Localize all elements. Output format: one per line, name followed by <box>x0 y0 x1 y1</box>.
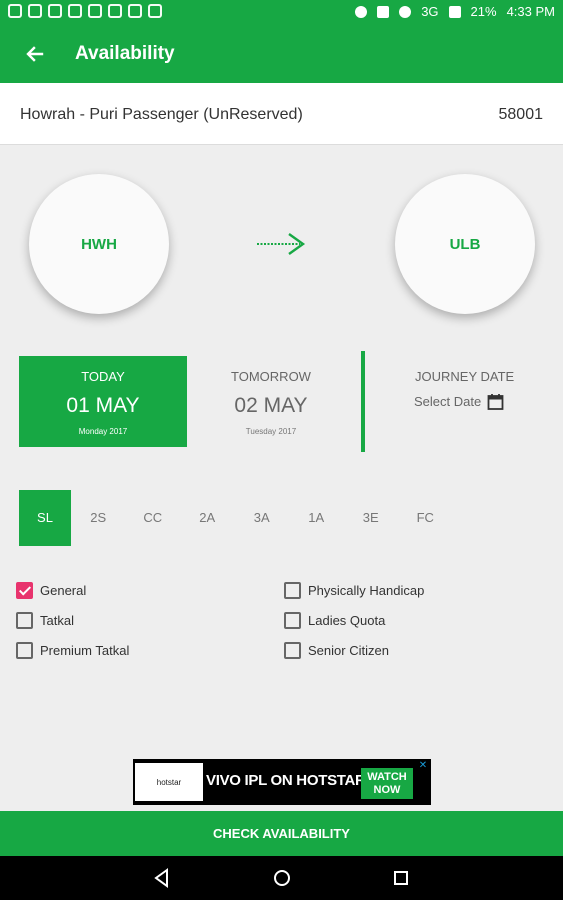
quota-general-checkbox[interactable]: General <box>16 582 86 599</box>
notification-icon <box>88 4 102 18</box>
notification-icon <box>108 4 122 18</box>
nav-home-icon[interactable] <box>270 866 294 890</box>
ad-watch-now-button[interactable]: WATCH NOW <box>361 768 413 799</box>
to-station-button[interactable]: ULB <box>395 174 535 314</box>
quota-label: Physically Handicap <box>308 583 425 598</box>
class-tab-3e[interactable]: 3E <box>344 490 399 546</box>
class-tab-cc[interactable]: CC <box>126 490 181 546</box>
train-number: 58001 <box>498 106 544 123</box>
page-title: Availability <box>75 43 175 64</box>
date-label: TOMORROW <box>231 369 311 384</box>
quota-label: Premium Tatkal <box>40 643 130 658</box>
date-today-option[interactable]: TODAY 01 MAY Monday 2017 <box>19 356 187 447</box>
class-tab-2a[interactable]: 2A <box>180 490 235 546</box>
quota-label: Tatkal <box>40 613 74 628</box>
date-value: 02 MAY <box>234 394 308 417</box>
quota-ladies-checkbox[interactable]: Ladies Quota <box>284 612 385 629</box>
journey-date-label: JOURNEY DATE <box>415 369 515 384</box>
notification-icon <box>48 4 62 18</box>
checkbox-icon <box>16 642 33 659</box>
from-station-button[interactable]: HWH <box>29 174 169 314</box>
checkbox-icon <box>284 642 301 659</box>
notification-icon <box>148 4 162 18</box>
arrow-right-icon <box>257 233 306 255</box>
notification-icons <box>8 4 162 18</box>
calendar-icon <box>487 393 504 410</box>
date-weekday: Tuesday 2017 <box>245 427 297 436</box>
date-divider <box>361 351 365 452</box>
location-icon <box>355 5 368 18</box>
status-bar: 3G 21% 4:33 PM <box>0 0 563 26</box>
quota-tatkal-checkbox[interactable]: Tatkal <box>16 612 74 629</box>
system-nav-bar <box>0 856 563 900</box>
ad-close-icon[interactable]: ✕ <box>417 760 429 772</box>
ad-logo: hotstar <box>135 763 203 801</box>
vibrate-icon <box>377 5 390 18</box>
check-availability-button[interactable]: CHECK AVAILABILITY <box>0 811 563 856</box>
checkbox-icon <box>284 612 301 629</box>
quota-label: Ladies Quota <box>308 613 386 628</box>
notification-icon <box>68 4 82 18</box>
quota-label: General <box>40 583 87 598</box>
ad-logo-text: hotstar <box>156 777 182 787</box>
ad-text: VIVO IPL ON HOTSTAR <box>206 772 366 789</box>
system-status: 3G 21% 4:33 PM <box>355 4 555 19</box>
class-tab-3a[interactable]: 3A <box>235 490 290 546</box>
date-weekday: Monday 2017 <box>78 427 128 436</box>
battery-level: 21% <box>470 4 497 19</box>
date-tomorrow-option[interactable]: TOMORROW 02 MAY Tuesday 2017 <box>187 356 355 447</box>
quota-physically-handicap-checkbox[interactable]: Physically Handicap <box>284 582 424 599</box>
nav-back-icon[interactable] <box>150 866 174 890</box>
select-date-label: Select Date <box>414 393 482 409</box>
battery-icon <box>448 5 461 18</box>
date-value: 01 MAY <box>66 394 140 417</box>
quota-senior-citizen-checkbox[interactable]: Senior Citizen <box>284 642 389 659</box>
class-tab-1a[interactable]: 1A <box>289 490 344 546</box>
arrow-left-icon[interactable] <box>20 39 50 69</box>
notification-icon <box>8 4 22 18</box>
checkbox-checked-icon <box>16 582 33 599</box>
wifi-icon <box>399 5 412 18</box>
class-tab-sl[interactable]: SL <box>19 490 71 546</box>
train-name: Howrah - Puri Passenger (UnReserved) <box>20 106 303 123</box>
clock: 4:33 PM <box>506 4 555 19</box>
class-tabs: SL 2S CC 2A 3A 1A 3E FC <box>19 490 453 546</box>
app-bar: Availability <box>0 26 563 83</box>
class-tab-2s[interactable]: 2S <box>71 490 126 546</box>
network-type: 3G <box>421 4 439 19</box>
nav-recents-icon[interactable] <box>389 866 413 890</box>
checkbox-icon <box>16 612 33 629</box>
notification-icon <box>128 4 142 18</box>
quota-label: Senior Citizen <box>308 643 389 658</box>
quota-premium-tatkal-checkbox[interactable]: Premium Tatkal <box>16 642 129 659</box>
select-date-button[interactable]: Select Date <box>414 393 504 410</box>
train-info-bar: Howrah - Puri Passenger (UnReserved) 580… <box>0 83 563 145</box>
notification-icon <box>28 4 42 18</box>
date-label: TODAY <box>81 369 125 384</box>
checkbox-icon <box>284 582 301 599</box>
ad-banner[interactable]: hotstar VIVO IPL ON HOTSTAR WATCH NOW ✕ <box>133 759 431 805</box>
class-tab-fc[interactable]: FC <box>398 490 453 546</box>
